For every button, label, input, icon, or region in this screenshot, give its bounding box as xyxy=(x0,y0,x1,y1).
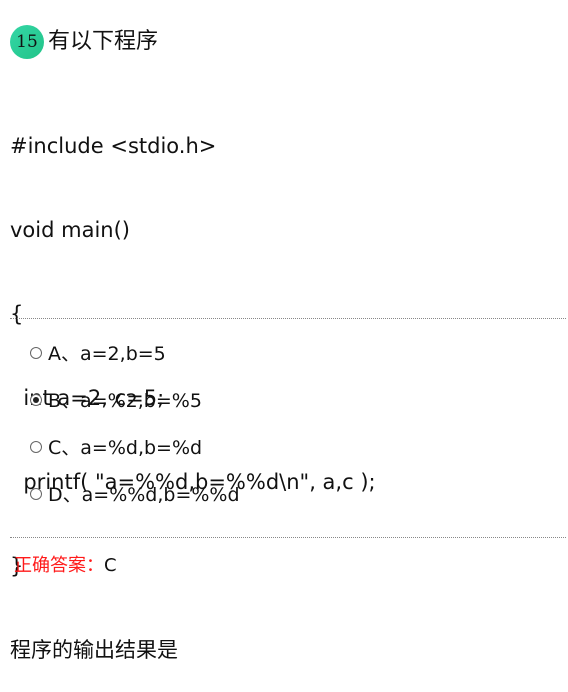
question-title: 有以下程序 xyxy=(48,29,159,54)
question-number-badge: 15 xyxy=(10,25,44,59)
option-c[interactable]: C、a=%d,b=%d xyxy=(30,432,240,461)
code-line: #include <stdio.h> xyxy=(10,134,217,158)
question-header: 15 有以下程序 xyxy=(10,25,158,59)
option-a-label: A、a=2,b=5 xyxy=(48,343,166,365)
options-list: A、a=2,b=5 B、a=%2,b=%5 C、a=%d,b=%d D、a=%%… xyxy=(30,338,240,526)
option-a[interactable]: A、a=2,b=5 xyxy=(30,338,240,367)
option-d[interactable]: D、a=%%d,b=%%d xyxy=(30,479,240,508)
question-prompt: 程序的输出结果是 xyxy=(10,638,178,662)
divider-top xyxy=(10,318,566,319)
code-line: { xyxy=(10,302,24,326)
correct-answer-label: 正确答案： xyxy=(14,555,104,576)
radio-d[interactable] xyxy=(30,487,42,500)
radio-a[interactable] xyxy=(30,346,42,359)
correct-answer: 正确答案：C xyxy=(14,552,117,580)
option-d-label: D、a=%%d,b=%%d xyxy=(48,484,240,506)
option-b[interactable]: B、a=%2,b=%5 xyxy=(30,385,240,414)
radio-c[interactable] xyxy=(30,440,42,453)
radio-b[interactable] xyxy=(30,393,42,406)
code-line: void main() xyxy=(10,218,130,242)
option-b-label: B、a=%2,b=%5 xyxy=(48,390,202,412)
correct-answer-value: C xyxy=(104,555,117,576)
divider-bottom xyxy=(10,537,566,538)
option-c-label: C、a=%d,b=%d xyxy=(48,437,203,459)
